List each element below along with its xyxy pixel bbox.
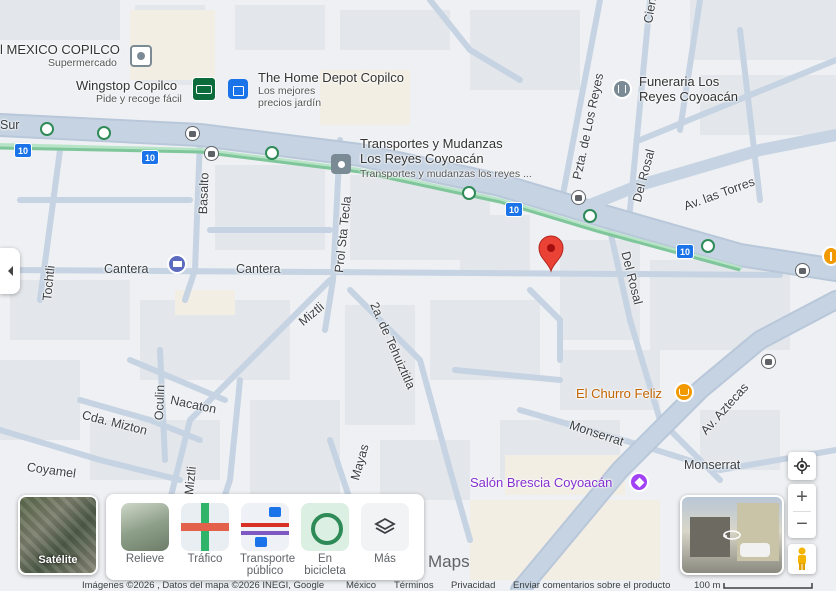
layer-trafico-button[interactable]: Tráfico: [180, 503, 230, 565]
layer-transporte-publico-button[interactable]: Transporte público: [240, 503, 296, 577]
place-label-salon-brescia[interactable]: Salón Brescia Coyoacán: [470, 475, 612, 490]
street-label: Miztli: [182, 465, 199, 496]
layer-label: En bicicleta: [304, 553, 346, 577]
route-shield: 10: [505, 202, 523, 217]
street-label: Monserrat: [684, 458, 741, 472]
feedback-link[interactable]: Enviar comentarios sobre el producto: [513, 580, 670, 591]
place-label-funeraria[interactable]: Funeraria Los Reyes Coyoacán: [639, 74, 738, 104]
maps-logo: Maps: [428, 552, 470, 571]
supermarket-icon[interactable]: [130, 45, 152, 67]
restaurant-icon[interactable]: [822, 246, 836, 266]
terrain-thumbnail: [121, 503, 169, 551]
layer-en-bicicleta-button[interactable]: En bicicleta: [300, 503, 350, 577]
bicycle-thumbnail: [301, 503, 349, 551]
transit-station-icon[interactable]: [97, 126, 111, 140]
layer-label: Tráfico: [187, 553, 223, 565]
place-name: El Churro Feliz: [576, 386, 662, 401]
country-link[interactable]: México: [346, 580, 376, 591]
chevron-left-icon: [7, 266, 13, 276]
wingstop-logo-icon[interactable]: [192, 77, 216, 101]
place-name: Wingstop Copilco: [76, 78, 178, 93]
place-name: Transportes y Mudanzas: [360, 136, 503, 151]
place-category: Supermercado: [48, 57, 117, 69]
transit-station-icon[interactable]: [583, 209, 597, 223]
place-name: l MEXICO COPILCO: [0, 42, 120, 57]
layer-label: Transporte público: [240, 553, 296, 577]
shopping-bag-icon[interactable]: [228, 79, 248, 99]
street-label: Basalto: [196, 172, 212, 215]
place-name: Reyes Coyoacán: [639, 89, 738, 104]
layers-icon: [361, 503, 409, 551]
place-label-transportes[interactable]: Transportes y Mudanzas Los Reyes Coyoacá…: [360, 136, 532, 180]
attribution-footer: Imágenes ©2026 , Datos del mapa ©2026 IN…: [0, 580, 836, 591]
street-label: Cantera: [236, 262, 281, 276]
place-label-wingstop[interactable]: Wingstop Copilco Pide y recoge fácil: [76, 78, 182, 105]
my-location-icon: [794, 458, 810, 474]
place-category: Los mejores: [258, 85, 316, 97]
my-location-button[interactable]: [788, 452, 816, 480]
zoom-out-button[interactable]: −: [788, 512, 816, 538]
civic-building-icon[interactable]: [167, 254, 187, 274]
place-name: Salón Brescia Coyoacán: [470, 475, 613, 490]
layer-label: Relieve: [125, 553, 165, 565]
route-shield: 10: [141, 150, 159, 165]
scale-label[interactable]: 100 m: [694, 580, 720, 591]
place-category: Transportes y mudanzas los reyes ...: [360, 168, 532, 180]
place-label-home-depot[interactable]: The Home Depot Copilco Los mejores preci…: [258, 70, 404, 109]
privacy-link[interactable]: Privacidad: [451, 580, 495, 591]
street-label: Sur: [0, 118, 20, 132]
bus-stop-icon[interactable]: [761, 354, 776, 369]
map-layers-panel: Relieve Tráfico Transporte público En bici…: [106, 494, 424, 580]
street-view-preview[interactable]: [680, 495, 784, 575]
collapse-side-panel-button[interactable]: [0, 248, 20, 294]
transit-station-icon[interactable]: [40, 122, 54, 136]
street-label: Cantera: [104, 262, 149, 276]
event-venue-icon[interactable]: [629, 472, 649, 492]
pegman-icon: [798, 547, 806, 570]
imagery-attribution: Imágenes ©2026 , Datos del mapa ©2026 IN…: [82, 580, 325, 591]
traffic-thumbnail: [181, 503, 229, 551]
coffee-cup-icon[interactable]: [674, 382, 694, 402]
place-label-supermarket[interactable]: l MEXICO COPILCO Supermercado: [0, 42, 120, 69]
pegman-button[interactable]: [788, 544, 816, 574]
bus-stop-icon[interactable]: [204, 146, 219, 161]
place-category: Pide y recoge fácil: [96, 93, 182, 105]
transit-station-icon[interactable]: [265, 146, 279, 160]
place-category: precios jardín: [258, 97, 322, 109]
route-shield: 10: [676, 244, 694, 259]
bus-stop-icon[interactable]: [795, 263, 810, 278]
satellite-toggle-button[interactable]: Satélite: [18, 495, 98, 575]
satellite-label: Satélite: [38, 554, 78, 566]
rotate-360-icon: [723, 530, 741, 540]
funeral-home-icon[interactable]: [612, 79, 632, 99]
transit-thumbnail: [241, 503, 289, 551]
layer-relieve-button[interactable]: Relieve: [120, 503, 170, 565]
bus-stop-icon[interactable]: [571, 190, 586, 205]
layer-mas-button[interactable]: Más: [360, 503, 410, 565]
bus-stop-icon[interactable]: [185, 126, 200, 141]
layer-label: Más: [374, 553, 396, 565]
transit-station-icon[interactable]: [462, 186, 476, 200]
place-name: The Home Depot Copilco: [258, 70, 404, 85]
transit-station-icon[interactable]: [701, 239, 715, 253]
zoom-in-button[interactable]: +: [788, 485, 816, 511]
place-name: Funeraria Los: [639, 74, 720, 89]
place-name: Los Reyes Coyoacán: [360, 151, 484, 166]
zoom-controls: + −: [788, 484, 816, 538]
business-icon[interactable]: [331, 154, 351, 174]
route-shield: 10: [14, 143, 32, 158]
place-label-el-churro-feliz[interactable]: El Churro Feliz: [576, 386, 662, 401]
street-label: Oculin: [152, 384, 168, 421]
terms-link[interactable]: Términos: [394, 580, 434, 591]
